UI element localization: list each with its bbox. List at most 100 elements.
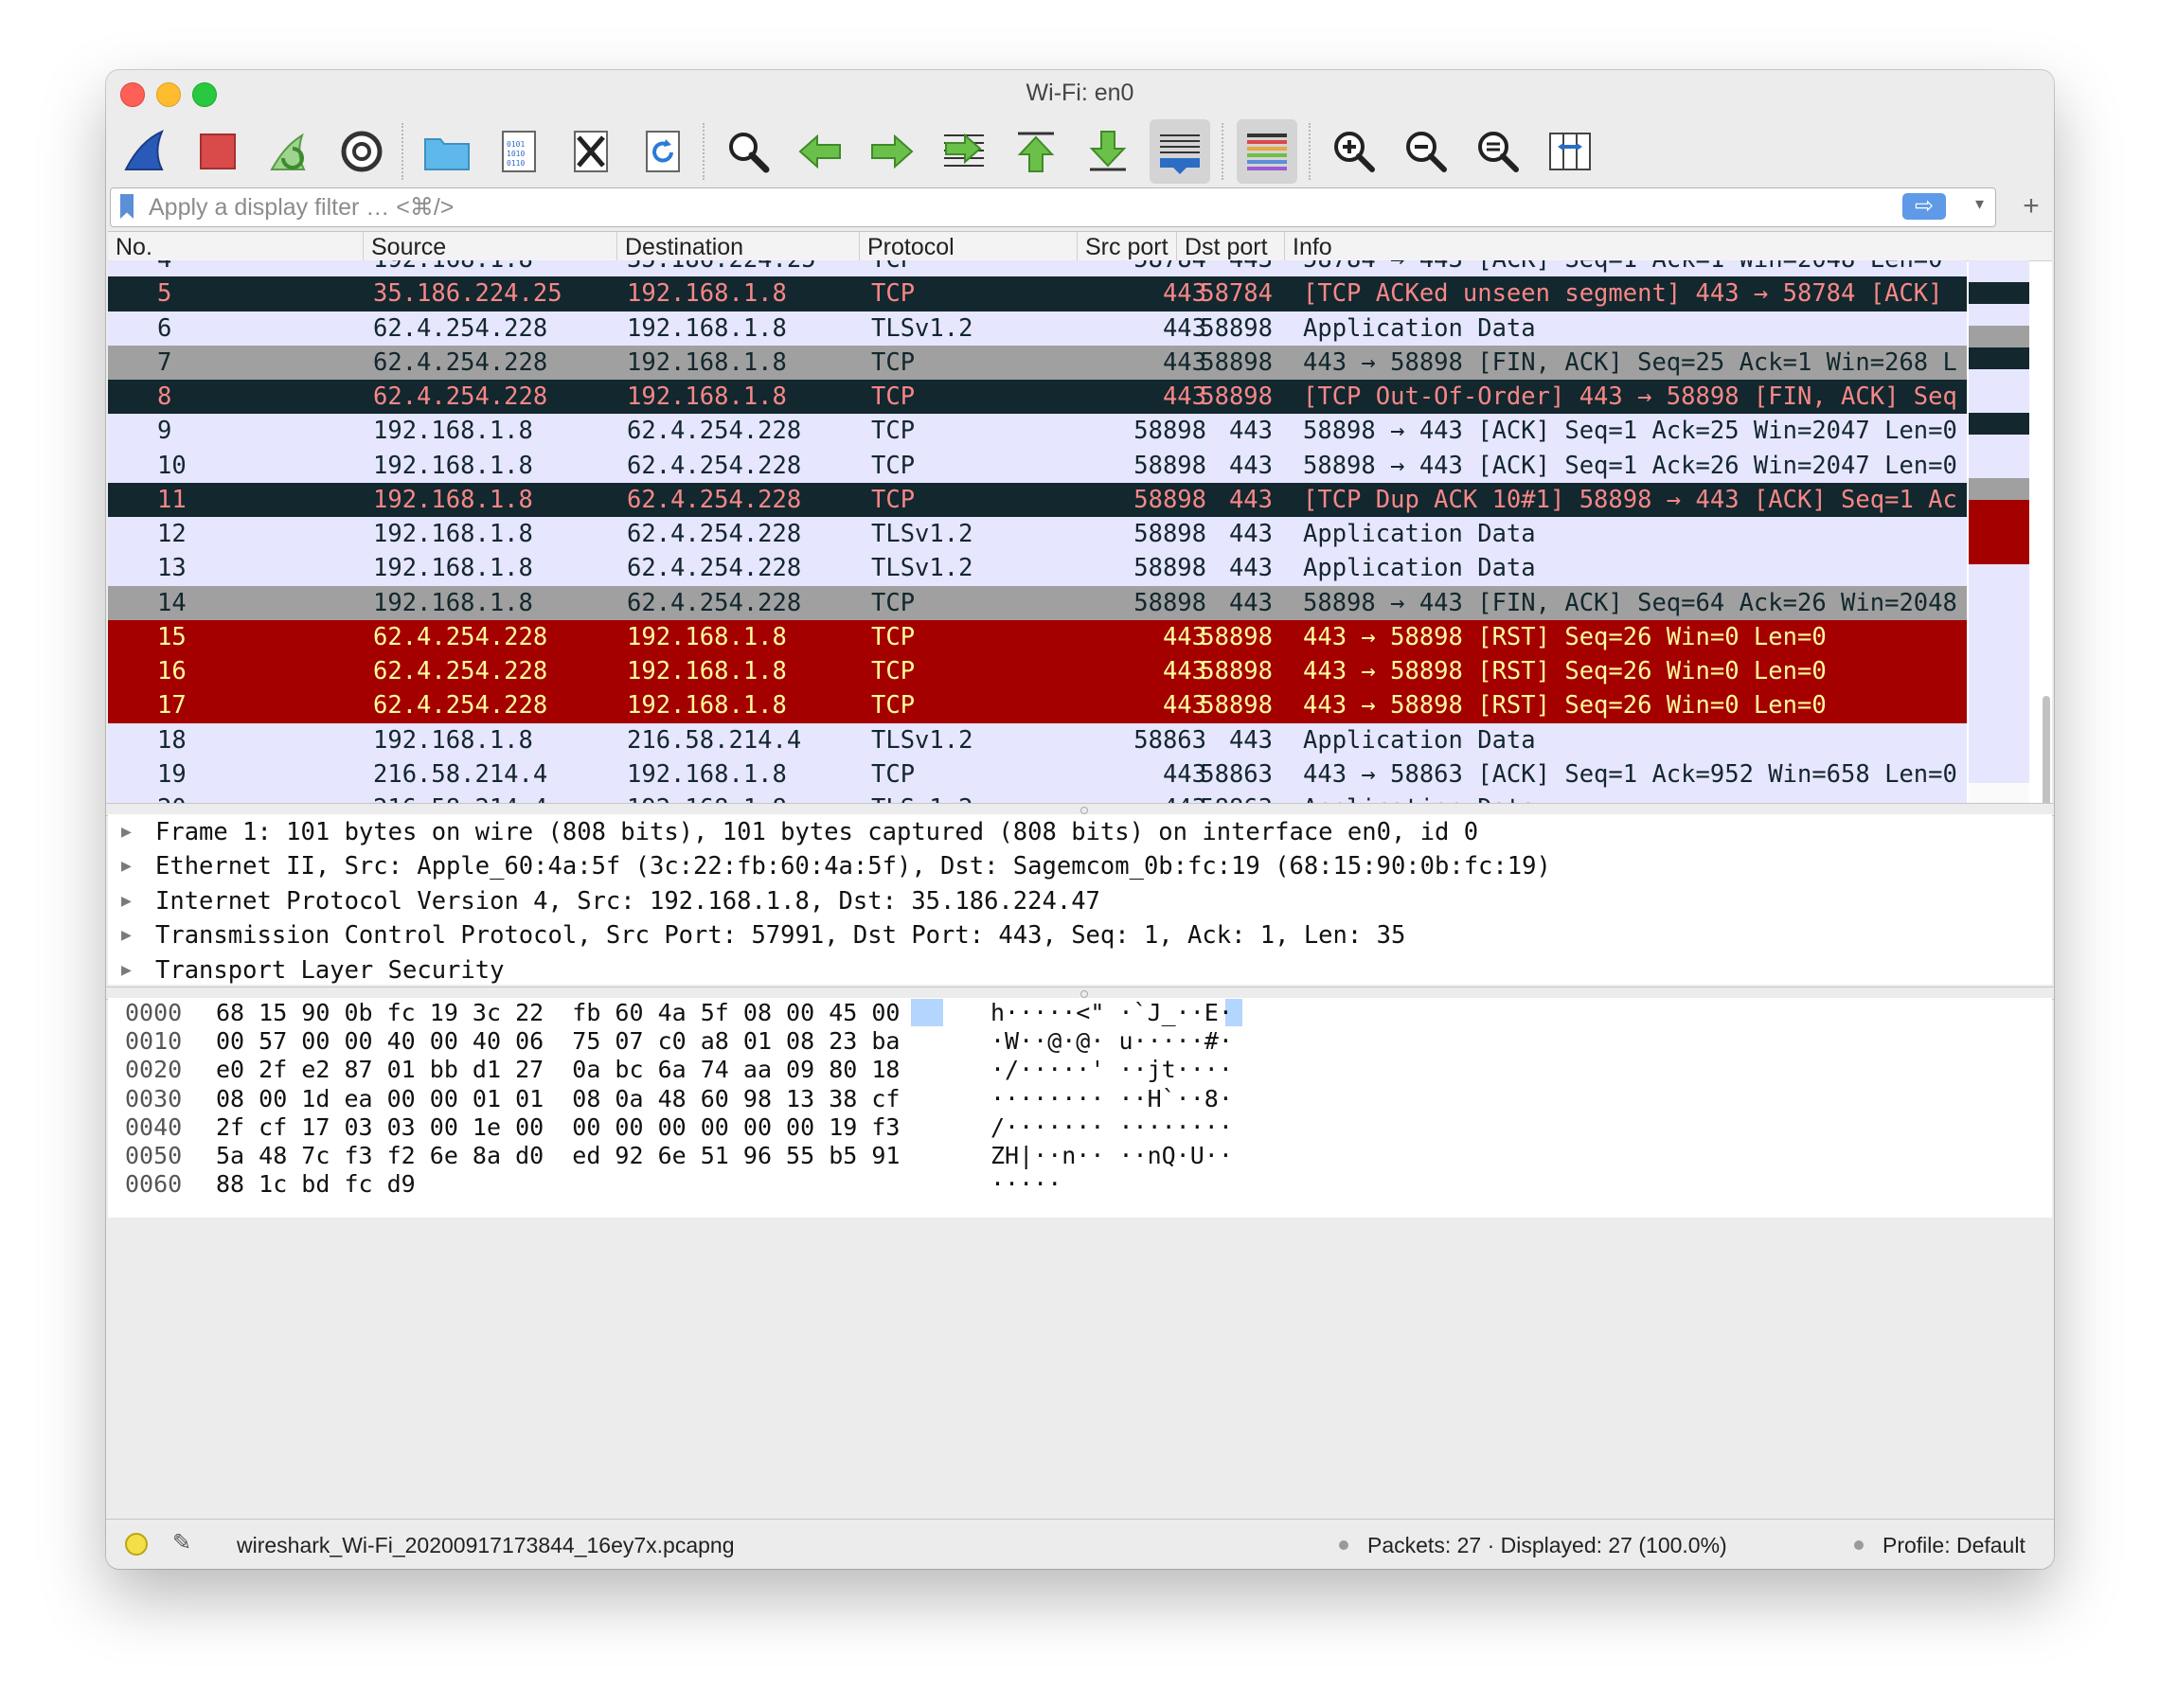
packet-row[interactable]: 15 62.4.254.228 192.168.1.8 TCP 443 58898 443 …: [108, 619, 1967, 654]
packet-dst-port: 58898: [1200, 691, 1273, 721]
autoscroll-icon[interactable]: [1150, 119, 1210, 184]
hex-dump-row[interactable]: 0040 2f cf 17 03 03 00 1e 00 00 00 00 00 …: [108, 1112, 2052, 1141]
packet-row[interactable]: 12 192.168.1.8 62.4.254.228 TLSv1.2 58898 443…: [108, 517, 1967, 552]
shark-fin-icon[interactable]: [116, 119, 176, 184]
expand-triangle-icon[interactable]: ▶: [121, 883, 132, 919]
stop-icon[interactable]: [187, 119, 248, 184]
detail-tree-item[interactable]: ▶ Internet Protocol Version 4, Src: 192.1…: [108, 883, 2052, 917]
minimap-mark: [1969, 651, 2029, 674]
column-header-no[interactable]: No.: [108, 232, 363, 260]
packet-minimap[interactable]: [1969, 260, 2029, 804]
packet-row[interactable]: 7 62.4.254.228 192.168.1.8 TCP 443 58898 443 →…: [108, 345, 1967, 380]
hex-dump-row[interactable]: 0050 5a 48 7c f3 f2 6e 8a d0 ed 92 6e 51 …: [108, 1141, 2052, 1169]
close-file-icon[interactable]: [561, 119, 621, 184]
folder-icon[interactable]: [417, 119, 477, 184]
hex-dump-row[interactable]: 0060 88 1c bd fc d9 ·····: [108, 1169, 2052, 1198]
packet-dst-port: 58898: [1200, 657, 1273, 685]
packet-source: 192.168.1.8: [373, 554, 533, 583]
apply-filter-button[interactable]: ⇨: [1902, 193, 1946, 220]
packet-protocol: TCP: [871, 260, 1013, 277]
packet-row[interactable]: 4192.168.1.835.186.224.25TCP587844435878…: [108, 260, 1967, 277]
minimap-mark: [1969, 260, 2029, 283]
packet-list-scrollbar[interactable]: [2043, 260, 2052, 804]
packet-dst-port: 443: [1228, 554, 1273, 583]
packet-row[interactable]: 14 192.168.1.8 62.4.254.228 TCP 58898 443 5889…: [108, 585, 1967, 620]
save-file-icon[interactable]: 0101 1010 0110: [489, 119, 549, 184]
packet-row[interactable]: 10 192.168.1.8 62.4.254.228 TCP 58898 443 5889…: [108, 448, 1967, 483]
packet-row[interactable]: 17 62.4.254.228 192.168.1.8 TCP 443 58898 443 …: [108, 688, 1967, 723]
expand-triangle-icon[interactable]: ▶: [121, 952, 132, 985]
packet-protocol: TCP: [871, 759, 916, 789]
packet-row[interactable]: 5 35.186.224.25 192.168.1.8 TCP 443 58784 [TCP…: [108, 276, 1967, 311]
profile-selector[interactable]: Profile: Default: [1882, 1520, 2025, 1569]
column-header-source[interactable]: Source: [363, 232, 616, 260]
detail-tree-item[interactable]: ▶ Frame 1: 101 bytes on wire (808 bits), …: [108, 814, 2052, 848]
packet-source: 192.168.1.8: [373, 260, 619, 277]
restart-icon[interactable]: [259, 119, 320, 184]
hex-offset: 0020: [125, 1056, 183, 1084]
zoom-normal-icon[interactable]: [1468, 119, 1528, 184]
scrollbar-thumb[interactable]: [2043, 696, 2050, 804]
hex-dump-row[interactable]: 0030 08 00 1d ea 00 00 01 01 08 0a 48 60 …: [108, 1084, 2052, 1112]
go-first-icon[interactable]: [1006, 119, 1066, 184]
column-header-src-port[interactable]: Src port: [1077, 232, 1176, 260]
detail-tree-label: Transport Layer Security: [155, 955, 505, 985]
hex-dump-row[interactable]: 0020 e0 2f e2 87 01 bb d1 27 0a bc 6a 74 …: [108, 1055, 2052, 1083]
packet-destination: 62.4.254.228: [627, 485, 802, 514]
detail-tree-item[interactable]: ▶ Transmission Control Protocol, Src Port…: [108, 917, 2052, 952]
packet-info: 443 → 58898 [FIN, ACK] Seq=25 Ack=1 Win=…: [1303, 347, 1957, 377]
gear-icon[interactable]: [331, 119, 392, 184]
edit-comment-icon[interactable]: ✎: [172, 1529, 191, 1557]
resize-columns-icon[interactable]: [1540, 119, 1600, 184]
expert-info-indicator-icon[interactable]: [125, 1533, 148, 1556]
go-last-icon[interactable]: [1078, 119, 1138, 184]
filter-dropdown-icon[interactable]: ▾: [1975, 194, 1984, 214]
zoom-out-icon[interactable]: [1396, 119, 1456, 184]
go-back-icon[interactable]: [790, 119, 850, 184]
zoom-in-icon[interactable]: [1324, 119, 1384, 184]
go-forward-icon[interactable]: [862, 119, 922, 184]
packet-source: 192.168.1.8: [373, 451, 533, 480]
expand-triangle-icon[interactable]: ▶: [121, 848, 132, 884]
packet-source: 62.4.254.228: [373, 691, 548, 721]
hex-dump-row[interactable]: 0010 00 57 00 00 40 00 40 06 75 07 c0 a8 …: [108, 1026, 2052, 1055]
hex-bytes: 00 57 00 00 40 00 40 06 75 07 c0 a8 01 0…: [216, 1027, 901, 1056]
detail-tree-label: Internet Protocol Version 4, Src: 192.16…: [155, 886, 1100, 916]
minimap-mark: [1969, 477, 2029, 501]
packet-row[interactable]: 8 62.4.254.228 192.168.1.8 TCP 443 58898 [TCP …: [108, 380, 1967, 415]
go-to-packet-icon[interactable]: [934, 119, 994, 184]
packet-source: 192.168.1.8: [373, 485, 533, 514]
packet-dst-port: 443: [1228, 451, 1273, 480]
packet-destination: 216.58.214.4: [627, 725, 802, 755]
packet-row[interactable]: 13 192.168.1.8 62.4.254.228 TLSv1.2 58898 443…: [108, 551, 1967, 586]
packet-dst-port: 58898: [1200, 622, 1273, 651]
expand-triangle-icon[interactable]: ▶: [121, 917, 132, 953]
find-packet-icon[interactable]: [718, 119, 778, 184]
display-filter-input[interactable]: Apply a display filter … <⌘/>: [149, 188, 454, 226]
packet-dst-port: 443: [1228, 725, 1273, 755]
detail-tree-item[interactable]: ▶ Ethernet II, Src: Apple_60:4a:5f (3c:22…: [108, 848, 2052, 882]
packet-row[interactable]: 6 62.4.254.228 192.168.1.8 TLSv1.2 443 58898 A…: [108, 311, 1967, 346]
add-filter-button[interactable]: +: [2017, 187, 2045, 225]
packet-destination: 192.168.1.8: [627, 759, 787, 789]
detail-tree-item[interactable]: ▶ Transport Layer Security: [108, 952, 2052, 985]
column-header-protocol[interactable]: Protocol: [859, 232, 1077, 260]
hex-dump-row[interactable]: 0000 68 15 90 0b fc 19 3c 22 fb 60 4a 5f …: [108, 998, 2052, 1026]
minimap-mark: [1969, 717, 2029, 739]
column-header-info[interactable]: Info: [1284, 232, 2052, 260]
reload-file-icon[interactable]: [633, 119, 693, 184]
packet-row[interactable]: 18 192.168.1.8 216.58.214.4 TLSv1.2 58863 443…: [108, 722, 1967, 757]
packet-info: Application Data: [1303, 554, 1536, 583]
column-header-destination[interactable]: Destination: [616, 232, 859, 260]
column-header-dst-port[interactable]: Dst port: [1176, 232, 1284, 260]
colorize-icon[interactable]: [1237, 119, 1297, 184]
bookmark-icon[interactable]: [120, 194, 134, 219]
packet-no: 6: [157, 313, 172, 343]
packet-row[interactable]: 19 216.58.214.4 192.168.1.8 TCP 443 58863 443 …: [108, 756, 1967, 792]
expand-triangle-icon[interactable]: ▶: [121, 814, 132, 850]
packet-row[interactable]: 9 192.168.1.8 62.4.254.228 TCP 58898 443 58898…: [108, 414, 1967, 449]
packet-row[interactable]: 11 192.168.1.8 62.4.254.228 TCP 58898 443 [TCP…: [108, 482, 1967, 517]
packet-row[interactable]: 16 62.4.254.228 192.168.1.8 TCP 443 58898 443 …: [108, 654, 1967, 689]
packet-no: 5: [157, 279, 172, 309]
packet-info: Application Data: [1303, 313, 1536, 343]
